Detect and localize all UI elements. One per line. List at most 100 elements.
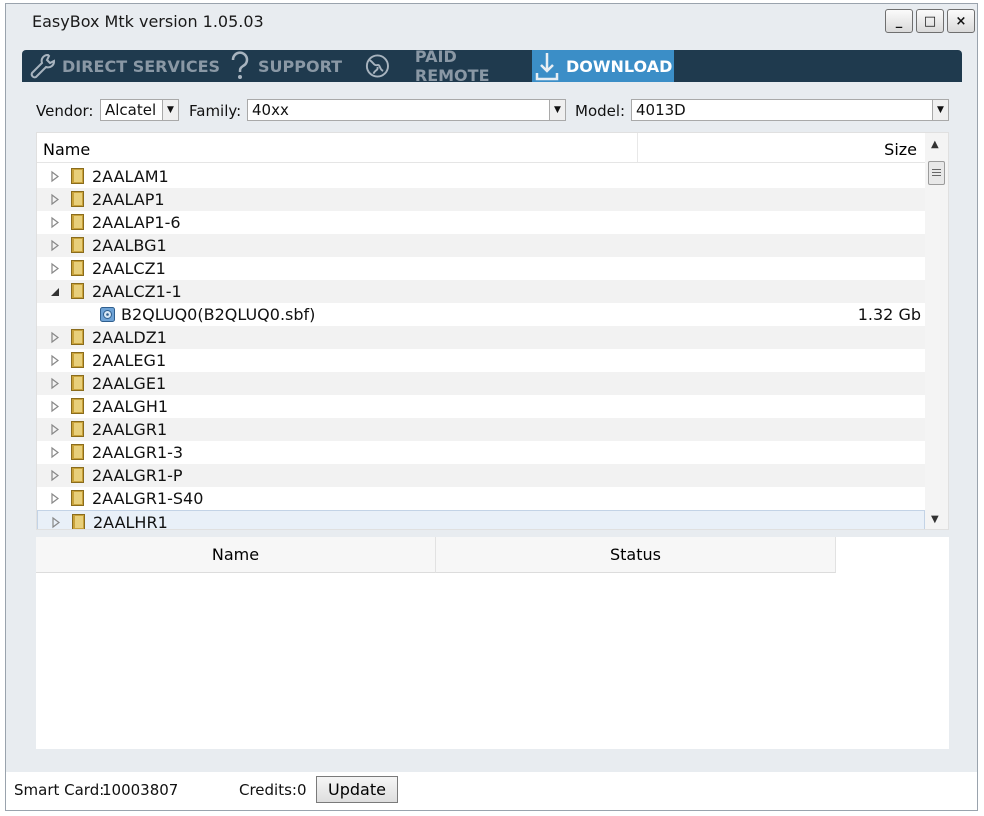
- tree-folder-row[interactable]: 2AALAP1-6: [37, 211, 925, 234]
- vertical-scrollbar[interactable]: ▲ ▼: [925, 133, 948, 529]
- tree-folder-row[interactable]: 2AALAP1: [37, 188, 925, 211]
- chevron-down-icon[interactable]: ▼: [549, 100, 565, 120]
- collapsed-arrow-icon[interactable]: [49, 446, 61, 459]
- collapsed-arrow-icon[interactable]: [49, 492, 61, 505]
- tree-folder-row[interactable]: 2AALCZ1-1: [37, 280, 925, 303]
- folder-icon: [71, 260, 84, 276]
- wrench-icon: [30, 54, 55, 79]
- collapsed-arrow-icon[interactable]: [49, 170, 61, 183]
- tab-label: PAID REMOTE: [414, 47, 490, 85]
- collapsed-arrow-icon[interactable]: [49, 262, 61, 275]
- tree-folder-row[interactable]: 2AALCZ1: [37, 257, 925, 280]
- folder-icon: [71, 490, 84, 506]
- folder-icon: [72, 514, 85, 529]
- column-header-size[interactable]: Size: [884, 140, 917, 159]
- folder-icon: [71, 329, 84, 345]
- column-header-name[interactable]: Name: [36, 537, 436, 573]
- close-icon: ×: [955, 13, 967, 29]
- collapsed-arrow-icon[interactable]: [49, 239, 61, 252]
- collapsed-arrow-icon[interactable]: [49, 216, 61, 229]
- collapsed-arrow-icon[interactable]: [49, 331, 61, 344]
- row-label: 2AALGR1: [92, 420, 168, 439]
- scroll-up-icon[interactable]: ▲: [931, 139, 939, 150]
- row-label: 2AALCZ1: [92, 259, 166, 278]
- row-label: 2AALGH1: [92, 397, 169, 416]
- row-label: 2AALGR1-P: [92, 466, 183, 485]
- tree-folder-row[interactable]: 2AALGR1: [37, 418, 925, 441]
- tree-folder-row[interactable]: 2AALGR1-3: [37, 441, 925, 464]
- collapsed-arrow-icon[interactable]: [49, 354, 61, 367]
- tree-header: Name Size: [37, 133, 925, 163]
- family-value: 40xx: [252, 101, 289, 119]
- expanded-arrow-icon[interactable]: [49, 285, 61, 298]
- minimize-icon: _: [895, 13, 903, 29]
- folder-icon: [71, 467, 84, 483]
- smart-card-value: 10003807: [102, 781, 179, 799]
- download-icon: [535, 53, 559, 81]
- collapsed-arrow-icon[interactable]: [50, 516, 62, 529]
- row-label: 2AALGE1: [92, 374, 167, 393]
- column-divider[interactable]: [637, 133, 638, 162]
- status-bar: Smart Card: 10003807 Credits: 0 Update: [6, 772, 977, 810]
- model-label: Model:: [575, 102, 626, 120]
- collapsed-arrow-icon[interactable]: [49, 469, 61, 482]
- family-select[interactable]: 40xx ▼: [247, 99, 566, 121]
- vendor-select[interactable]: Alcatel ▼: [100, 99, 179, 121]
- tree-folder-row[interactable]: 2AALEG1: [37, 349, 925, 372]
- download-queue[interactable]: Name Status: [36, 537, 949, 749]
- tree-folder-row[interactable]: 2AALGR1-P: [37, 464, 925, 487]
- update-button[interactable]: Update: [316, 776, 398, 803]
- folder-icon: [71, 283, 84, 299]
- tree-folder-row[interactable]: 2AALHR1: [37, 510, 925, 529]
- tab-support[interactable]: SUPPORT: [228, 50, 358, 82]
- scroll-thumb[interactable]: [928, 161, 945, 185]
- scroll-down-icon[interactable]: ▼: [931, 514, 939, 525]
- collapsed-arrow-icon[interactable]: [49, 377, 61, 390]
- tree-folder-row[interactable]: 2AALAM1: [37, 165, 925, 188]
- credits-label: Credits:: [239, 781, 297, 799]
- tab-paid-remote[interactable]: PAID REMOTE: [364, 47, 532, 85]
- maximize-button[interactable]: □: [916, 9, 944, 33]
- row-label: 2AALCZ1-1: [92, 282, 182, 301]
- folder-icon: [71, 421, 84, 437]
- tree-folder-row[interactable]: 2AALDZ1: [37, 326, 925, 349]
- tree-folder-row[interactable]: 2AALGR1-S40: [37, 487, 925, 510]
- tree-file-row[interactable]: B2QLUQ0(B2QLUQ0.sbf) 1.32 Gb: [37, 303, 925, 326]
- tree-folder-row[interactable]: 2AALGH1: [37, 395, 925, 418]
- globe-icon: [365, 54, 389, 78]
- row-label: 2AALGR1-S40: [92, 489, 204, 508]
- row-label: 2AALDZ1: [92, 328, 167, 347]
- row-label: 2AALGR1-3: [92, 443, 184, 462]
- model-select[interactable]: 4013D ▼: [631, 99, 949, 121]
- row-label: 2AALAP1-6: [92, 213, 181, 232]
- tree-folder-row[interactable]: 2AALGE1: [37, 372, 925, 395]
- tab-download[interactable]: DOWNLOAD: [532, 50, 674, 82]
- tab-direct-services[interactable]: DIRECT SERVICES: [24, 50, 220, 82]
- tree-rows: 2AALAM1 2AALAP1 2AALAP1-6 2AALBG1 2AALCZ1 2AA…: [37, 165, 925, 529]
- folder-icon: [71, 444, 84, 460]
- column-header-name[interactable]: Name: [43, 140, 90, 159]
- model-value: 4013D: [636, 101, 686, 119]
- column-header-status[interactable]: Status: [436, 537, 836, 573]
- tree-folder-row[interactable]: 2AALBG1: [37, 234, 925, 257]
- vendor-value: Alcatel: [105, 101, 157, 119]
- main-toolbar: DIRECT SERVICES SUPPORT PAID REMOTE DOWN…: [22, 47, 962, 85]
- maximize-icon: □: [923, 13, 937, 29]
- close-button[interactable]: ×: [947, 9, 975, 33]
- folder-icon: [71, 191, 84, 207]
- folder-icon: [71, 214, 84, 230]
- title-bar[interactable]: EasyBox Mtk version 1.05.03 _ □ ×: [6, 4, 977, 38]
- chevron-down-icon[interactable]: ▼: [932, 100, 948, 120]
- folder-icon: [71, 398, 84, 414]
- firmware-file-icon: [100, 307, 115, 322]
- main-window: EasyBox Mtk version 1.05.03 _ □ × DIRECT…: [5, 3, 978, 811]
- chevron-down-icon[interactable]: ▼: [162, 100, 178, 120]
- collapsed-arrow-icon[interactable]: [49, 423, 61, 436]
- minimize-button[interactable]: _: [885, 9, 913, 33]
- folder-icon: [71, 168, 84, 184]
- collapsed-arrow-icon[interactable]: [49, 193, 61, 206]
- folder-icon: [71, 237, 84, 253]
- row-label: 2AALBG1: [92, 236, 167, 255]
- collapsed-arrow-icon[interactable]: [49, 400, 61, 413]
- firmware-tree[interactable]: Name Size 2AALAM1 2AALAP1 2AALAP1-6 2AALBG1…: [36, 132, 949, 530]
